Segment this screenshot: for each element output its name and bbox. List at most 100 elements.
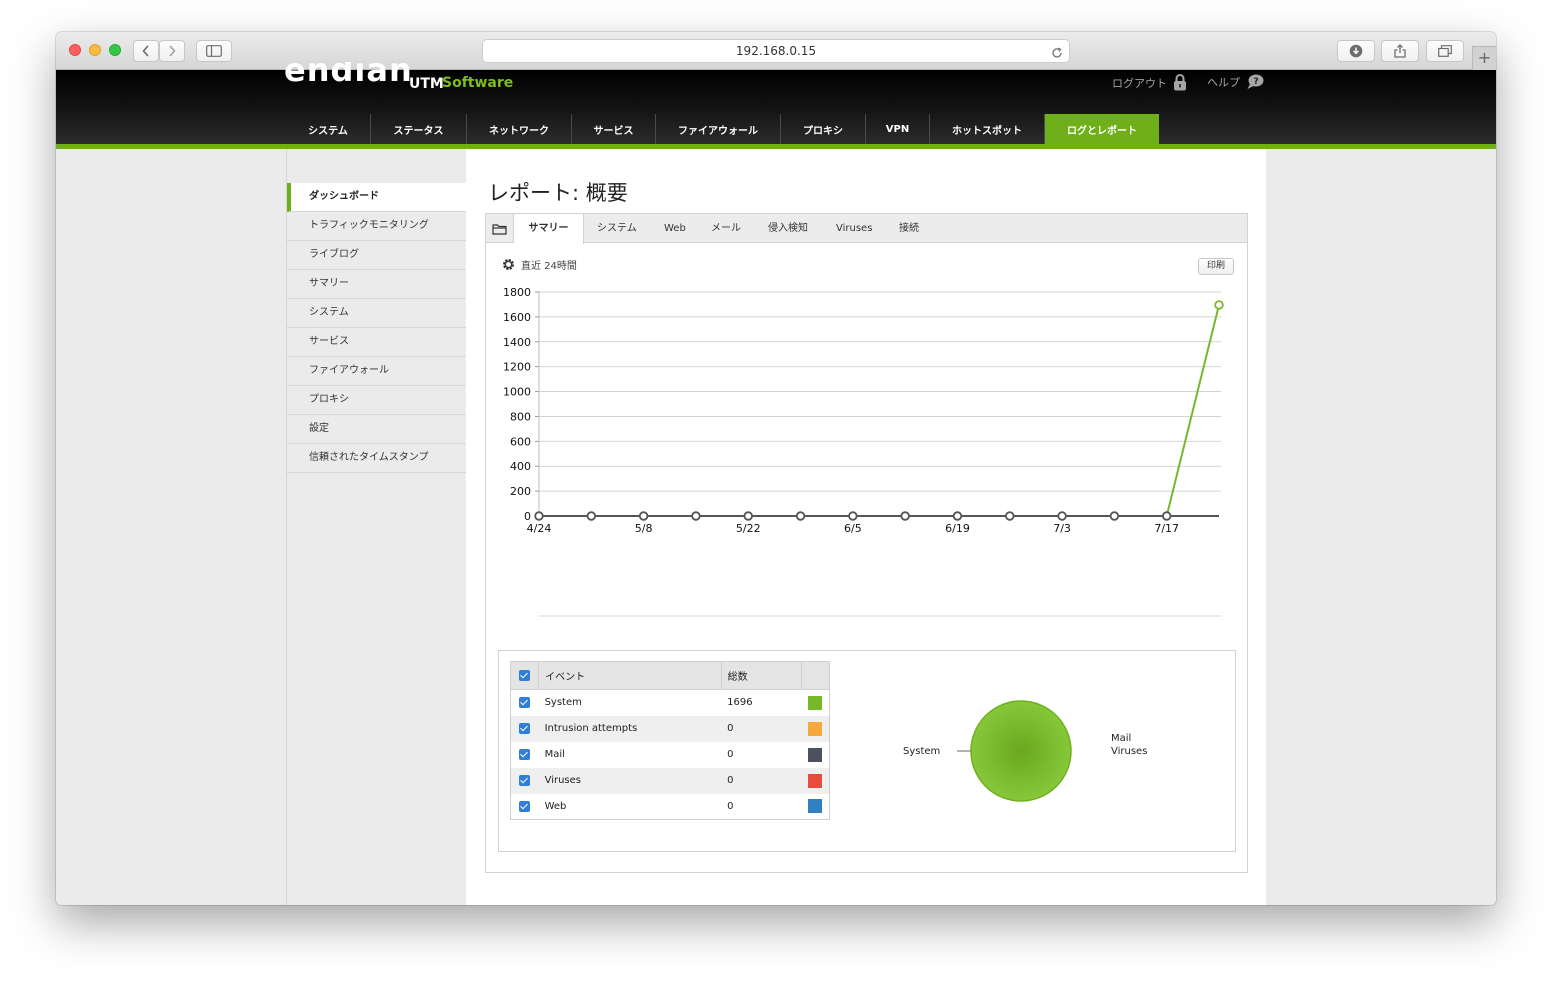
- report-tabs: サマリー システム Web メール 侵入検知 Viruses 接続: [486, 214, 1247, 244]
- sidebar-item-proxy[interactable]: プロキシ: [287, 386, 467, 415]
- tab-connections[interactable]: 接続: [899, 214, 919, 243]
- event-checkbox[interactable]: [519, 748, 531, 760]
- pie-label-viruses: Viruses: [1111, 746, 1148, 757]
- data-point: [1109, 511, 1120, 521]
- address-bar[interactable]: 192.168.0.15: [482, 39, 1070, 63]
- main-navigation: システム ステータス ネットワーク サービス ファイアウォール プロキシ VPN…: [286, 114, 1159, 146]
- nav-label: VPN: [885, 123, 910, 135]
- x-tick-label: 7/17: [1154, 522, 1179, 535]
- nav-item-system[interactable]: システム: [286, 114, 371, 144]
- y-tick-label: 600: [510, 435, 531, 448]
- y-tick-label: 1400: [503, 336, 531, 349]
- print-button[interactable]: 印刷: [1198, 258, 1234, 275]
- new-tab-button[interactable]: +: [1472, 46, 1496, 70]
- logo-software-text: Software: [442, 75, 514, 91]
- nav-label: ステータス: [393, 125, 444, 137]
- browser-toolbar: 192.168.0.15: [56, 32, 1496, 70]
- folder-button[interactable]: [486, 214, 514, 243]
- help-link[interactable]: ヘルプ ?: [1207, 74, 1264, 90]
- period-selector[interactable]: 直近 24時間: [502, 257, 577, 272]
- y-tick-label: 1800: [503, 286, 531, 299]
- sidebar-toggle-button[interactable]: [196, 40, 232, 62]
- event-checkbox[interactable]: [519, 774, 531, 786]
- x-tick-label: 7/3: [1053, 522, 1071, 535]
- y-tick-label: 1600: [503, 311, 531, 324]
- nav-item-firewall[interactable]: ファイアウォール: [656, 114, 781, 144]
- data-point: [952, 511, 963, 521]
- back-button[interactable]: [133, 40, 159, 62]
- sidebar-item-system[interactable]: システム: [287, 299, 467, 328]
- event-name: Intrusion attempts: [538, 715, 722, 742]
- sidebar-item-firewall[interactable]: ファイアウォール: [287, 357, 467, 386]
- tab-intrusion-detection[interactable]: 侵入検知: [768, 214, 808, 243]
- tab-summary[interactable]: サマリー: [514, 214, 584, 244]
- forward-button[interactable]: [159, 40, 185, 62]
- page-title: レポート: 概要: [488, 181, 628, 205]
- sidebar-item-live-log[interactable]: ライブログ: [287, 241, 467, 270]
- sidebar-item-settings[interactable]: 設定: [287, 415, 467, 444]
- logo-utm-text: UTM: [409, 76, 444, 92]
- event-column-header[interactable]: イベント: [538, 661, 722, 690]
- select-all-checkbox[interactable]: [519, 669, 531, 681]
- nav-item-status[interactable]: ステータス: [371, 114, 467, 144]
- minimize-window-button[interactable]: [89, 44, 101, 56]
- sidebar-item-traffic-monitoring[interactable]: トラフィックモニタリング: [287, 212, 467, 241]
- row-checkbox-cell: [510, 715, 539, 742]
- x-tick-label: 6/5: [844, 522, 862, 535]
- sidebar-icon: [206, 45, 222, 57]
- event-checkbox[interactable]: [519, 697, 531, 708]
- site-header: endian UTM Software ログアウト ヘルプ ? システム ステー…: [56, 62, 1496, 146]
- nav-item-network[interactable]: ネットワーク: [467, 114, 572, 144]
- tab-mail[interactable]: メール: [711, 214, 741, 243]
- row-checkbox-cell: [511, 690, 539, 716]
- data-point: [1005, 511, 1015, 521]
- nav-item-proxy[interactable]: プロキシ: [781, 114, 866, 144]
- show-tabs-button[interactable]: [1426, 40, 1464, 62]
- logout-link[interactable]: ログアウト: [1112, 74, 1187, 91]
- downloads-button[interactable]: [1337, 40, 1375, 62]
- nav-label: ホットスポット: [952, 125, 1022, 137]
- data-point: [586, 511, 597, 521]
- nav-label: ファイアウォール: [678, 125, 758, 137]
- event-name: Viruses: [538, 767, 722, 794]
- table-row-mail: Mail 0: [511, 742, 830, 768]
- zoom-window-button[interactable]: [109, 44, 121, 56]
- sidebar-menu: ダッシュボード トラフィックモニタリング ライブログ サマリー システム サービ…: [287, 183, 467, 473]
- color-swatch: [808, 799, 823, 814]
- tab-web[interactable]: Web: [664, 214, 686, 243]
- close-window-button[interactable]: [69, 44, 81, 56]
- reload-button[interactable]: [1051, 44, 1063, 66]
- sidebar-item-summary[interactable]: サマリー: [287, 270, 467, 299]
- event-color-cell: [801, 742, 829, 768]
- event-total: 0: [721, 715, 802, 742]
- help-bubble-icon: ?: [1247, 74, 1264, 89]
- row-checkbox-cell: [511, 794, 539, 820]
- nav-item-services[interactable]: サービス: [572, 114, 656, 144]
- page-gutter-left: [56, 149, 286, 905]
- svg-text:?: ?: [1254, 77, 1259, 87]
- nav-item-hotspot[interactable]: ホットスポット: [930, 114, 1045, 144]
- series-line: [1165, 304, 1220, 517]
- sidebar-item-dashboard[interactable]: ダッシュボード: [287, 183, 467, 212]
- event-checkbox[interactable]: [519, 722, 531, 734]
- nav-item-logs-reports[interactable]: ログとレポート: [1045, 114, 1159, 144]
- event-color-cell: [801, 767, 830, 794]
- sidebar-item-trusted-timestamp[interactable]: 信頼されたタイムスタンプ: [287, 444, 467, 473]
- pie-slice-system[interactable]: [970, 700, 1072, 802]
- tab-viruses[interactable]: Viruses: [836, 214, 872, 243]
- tab-system[interactable]: システム: [597, 214, 637, 243]
- main-content: レポート: 概要 サマリー システム Web メール 侵入検知 Viruses …: [466, 149, 1266, 905]
- sidebar-item-services[interactable]: サービス: [287, 328, 467, 357]
- tabs-icon: [1438, 45, 1452, 57]
- share-button[interactable]: [1381, 40, 1419, 62]
- pie-label-system: System: [903, 746, 941, 757]
- endian-logo[interactable]: endian: [284, 62, 413, 90]
- nav-item-vpn[interactable]: VPN: [866, 114, 930, 144]
- table-row-web: Web 0: [511, 794, 830, 820]
- event-checkbox[interactable]: [519, 800, 531, 812]
- sidebar: ダッシュボード トラフィックモニタリング ライブログ サマリー システム サービ…: [286, 149, 467, 905]
- row-checkbox-cell: [510, 767, 539, 794]
- event-total: 0: [727, 749, 734, 760]
- total-column-header[interactable]: 総数: [721, 661, 802, 690]
- nav-label: ネットワーク: [489, 125, 549, 137]
